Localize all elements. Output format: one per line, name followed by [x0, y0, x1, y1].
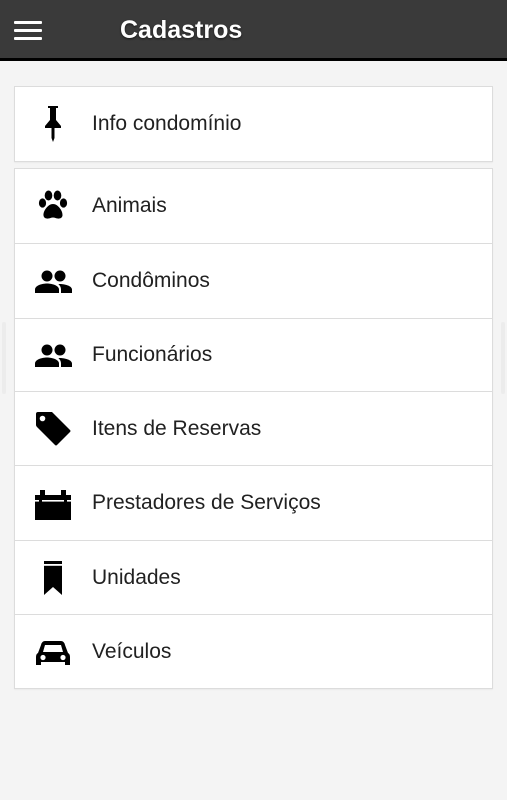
list-item-label: Info condomínio [92, 112, 242, 135]
car-icon [33, 632, 73, 672]
list-item-condominos[interactable]: Condôminos [15, 243, 492, 318]
registry-card: Animais Condôminos Funcionários Itens de… [14, 168, 493, 689]
list-item-label: Funcionários [92, 343, 213, 366]
left-edge-indicator [2, 322, 6, 394]
list-item-label: Veículos [92, 639, 172, 663]
paw-icon [33, 186, 73, 226]
hamburger-menu-icon[interactable] [14, 21, 42, 41]
list-item-unidades[interactable]: Unidades [15, 540, 492, 614]
list-item-label: Unidades [92, 565, 181, 589]
page-title: Cadastros [120, 16, 243, 44]
list-item-prestadores-de-servicos[interactable]: Prestadores de Serviços [15, 465, 492, 540]
info-card: Info condomínio [14, 86, 493, 162]
tag-icon [33, 409, 73, 449]
people-icon [33, 335, 73, 375]
list-item-label: Prestadores de Serviços [92, 491, 321, 514]
list-item-funcionarios[interactable]: Funcionários [15, 318, 492, 391]
right-edge-indicator [501, 322, 505, 394]
toolbox-icon [33, 483, 73, 523]
app-bar: Cadastros [0, 0, 507, 61]
pushpin-icon [33, 104, 73, 144]
list-item-label: Animais [92, 194, 167, 217]
list-item-itens-de-reservas[interactable]: Itens de Reservas [15, 391, 492, 465]
list-item-veiculos[interactable]: Veículos [15, 614, 492, 688]
list-item-animais[interactable]: Animais [15, 169, 492, 243]
list-item-label: Condôminos [92, 269, 210, 292]
list-item-info-condominio[interactable]: Info condomínio [15, 87, 492, 161]
list-item-label: Itens de Reservas [92, 416, 262, 440]
people-icon [33, 261, 73, 301]
bookmark-icon [33, 558, 73, 598]
